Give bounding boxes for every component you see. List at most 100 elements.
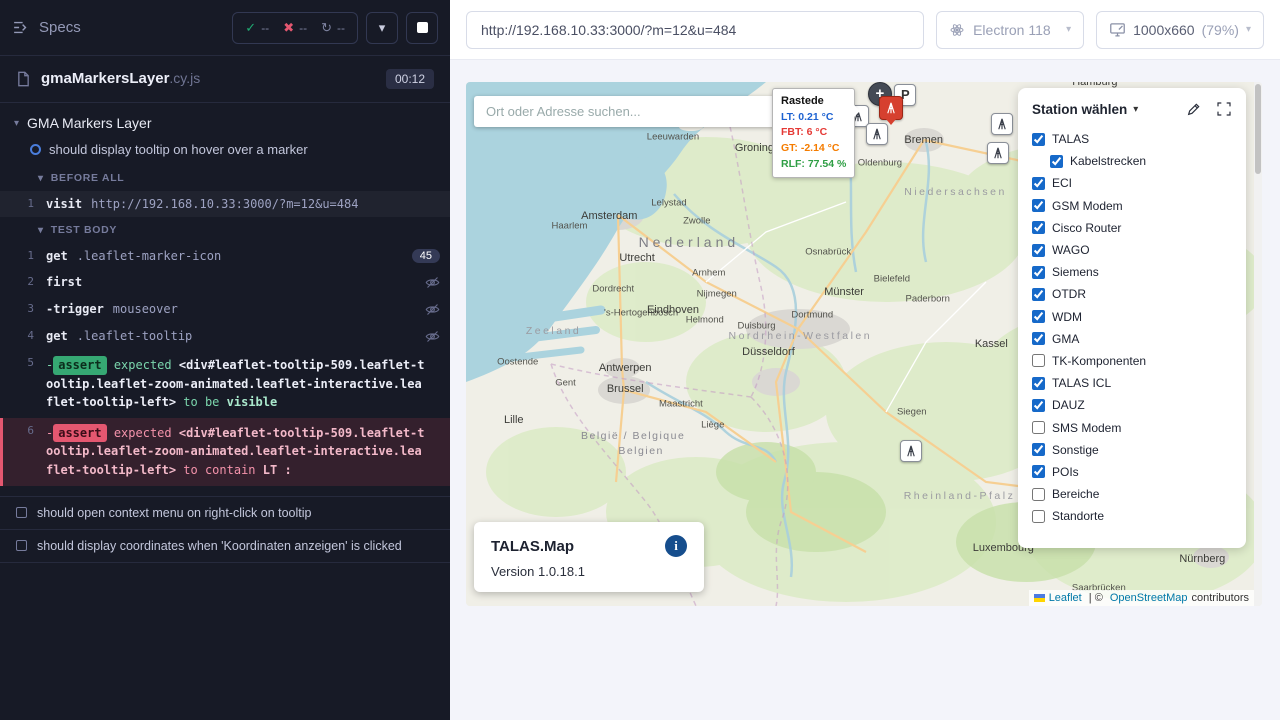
stop-icon: [417, 22, 428, 33]
station-filter-item[interactable]: TALAS ICL: [1032, 372, 1232, 394]
station-filter-item[interactable]: WAGO: [1032, 239, 1232, 261]
spec-row: gmaMarkersLayer.cy.js 00:12: [0, 56, 450, 103]
stop-button[interactable]: [406, 12, 438, 44]
fullscreen-icon[interactable]: [1216, 101, 1232, 117]
active-test[interactable]: should display tooltip on hover over a m…: [0, 137, 450, 165]
station-filter-checkbox[interactable]: [1032, 177, 1045, 190]
station-filter-checkbox[interactable]: [1032, 510, 1045, 523]
station-filter-label: POIs: [1052, 465, 1079, 479]
station-filter-checkbox[interactable]: [1032, 266, 1045, 279]
command-row-first[interactable]: 2 first: [0, 269, 450, 296]
station-filter-checkbox[interactable]: [1032, 332, 1045, 345]
test-body-header[interactable]: ▾ TEST BODY: [0, 217, 450, 243]
specs-menu-icon[interactable]: [12, 19, 29, 36]
tooltip-title: Rastede: [781, 93, 846, 110]
station-filter-checkbox[interactable]: [1032, 310, 1045, 323]
geosearch-control: [474, 96, 778, 127]
command-row-trigger[interactable]: 3 -trigger mouseover: [0, 296, 450, 323]
specs-label: Specs: [39, 19, 81, 36]
station-filter-label: DAUZ: [1052, 398, 1085, 412]
command-row-visit[interactable]: 1 visit http://192.168.10.33:3000/?m=12&…: [0, 191, 450, 217]
station-filter-item[interactable]: Sonstige: [1032, 439, 1232, 461]
panel-header: Station wählen ▾: [1018, 88, 1246, 126]
element-count-badge: 45: [412, 249, 440, 263]
viewport-size: 1000x660: [1133, 22, 1195, 38]
station-filter-item[interactable]: ECI: [1032, 172, 1232, 194]
station-marker[interactable]: [900, 440, 922, 462]
marker-tooltip: Rastede LT: 0.21 °CFBT: 6 °CGT: -2.14 °C…: [772, 88, 855, 178]
leaflet-link[interactable]: Leaflet: [1049, 592, 1082, 604]
station-filter-checkbox[interactable]: [1032, 199, 1045, 212]
station-filter-checkbox[interactable]: [1032, 488, 1045, 501]
hidden-eye-icon: [425, 275, 440, 290]
test-running-icon: [30, 144, 41, 155]
station-filter-item[interactable]: Standorte: [1032, 505, 1232, 527]
scrollbar-thumb[interactable]: [1255, 84, 1261, 174]
station-filter-checkbox[interactable]: [1032, 465, 1045, 478]
chevron-down-icon: ▾: [379, 20, 386, 36]
station-filter-checkbox[interactable]: [1032, 133, 1045, 146]
station-filter-item[interactable]: DAUZ: [1032, 394, 1232, 416]
station-filter-item[interactable]: Siemens: [1032, 261, 1232, 283]
station-filter-item[interactable]: GMA: [1032, 328, 1232, 350]
station-marker[interactable]: [991, 113, 1013, 135]
station-marker[interactable]: [987, 142, 1009, 164]
station-filter-label: WDM: [1052, 310, 1082, 324]
station-marker[interactable]: [866, 123, 888, 145]
station-filter-checkbox[interactable]: [1032, 443, 1045, 456]
viewport-control[interactable]: 1000x660 (79%) ▾: [1096, 11, 1264, 49]
station-select-dropdown[interactable]: Station wählen: [1032, 102, 1127, 117]
viewport-icon: [1109, 21, 1126, 38]
station-filter-item[interactable]: TK-Komponenten: [1032, 350, 1232, 372]
station-filter-item[interactable]: Cisco Router: [1032, 217, 1232, 239]
station-filter-checkbox[interactable]: [1032, 399, 1045, 412]
station-filter-label: TALAS ICL: [1052, 376, 1111, 390]
station-filter-item[interactable]: GSM Modem: [1032, 195, 1232, 217]
station-filter-checkbox[interactable]: [1032, 354, 1045, 367]
station-filter-item[interactable]: TALAS: [1032, 128, 1232, 150]
station-filter-checkbox[interactable]: [1032, 288, 1045, 301]
command-row-get-markers[interactable]: 1 get .leaflet-marker-icon 45: [0, 243, 450, 269]
tooltip-measurement: RLF: 77.54 %: [781, 157, 846, 173]
section-caret-icon: ▾: [38, 173, 44, 184]
hidden-eye-icon: [425, 329, 440, 344]
osm-link[interactable]: OpenStreetMap: [1110, 592, 1188, 604]
station-layer-panel: Station wählen ▾ TALASKabelstreckenECIGS…: [1018, 88, 1246, 548]
before-all-header[interactable]: ▾ BEFORE ALL: [0, 165, 450, 191]
leaflet-map[interactable]: HamburgLeeuwardenGroningenOldenburgBreme…: [466, 82, 1262, 606]
search-input[interactable]: [484, 103, 768, 120]
station-filter-item[interactable]: OTDR: [1032, 283, 1232, 305]
collapse-button[interactable]: ▾: [366, 12, 398, 44]
station-filter-item[interactable]: SMS Modem: [1032, 416, 1232, 438]
station-filter-checkbox[interactable]: [1032, 421, 1045, 434]
tooltip-measurement: GT: -2.14 °C: [781, 141, 846, 157]
station-filter-item[interactable]: POIs: [1032, 461, 1232, 483]
station-filter-checkbox[interactable]: [1032, 221, 1045, 234]
url-input[interactable]: [466, 11, 924, 49]
suite-header[interactable]: ▾ GMA Markers Layer: [0, 103, 450, 137]
test-stats: ✓ -- ✖ -- ↻ --: [232, 12, 358, 44]
station-filter-item[interactable]: WDM: [1032, 306, 1232, 328]
command-row-get-tooltip[interactable]: 4 get .leaflet-tooltip: [0, 323, 450, 350]
spec-timer: 00:12: [386, 69, 434, 89]
alarm-marker[interactable]: [879, 96, 903, 120]
info-icon[interactable]: i: [665, 535, 687, 557]
spec-file-icon: [16, 71, 31, 87]
app-version-overlay: TALAS.Map i Version 1.0.18.1: [474, 522, 704, 592]
station-filter-item[interactable]: Bereiche: [1032, 483, 1232, 505]
station-filter-item[interactable]: Kabelstrecken: [1050, 150, 1232, 172]
map-attribution: Leaflet | © OpenStreetMap contributors: [1029, 590, 1254, 606]
command-row-assert-visible[interactable]: 5 -assert expected <div#leaflet-tooltip-…: [0, 350, 450, 418]
reporter-header: Specs ✓ -- ✖ -- ↻ -- ▾: [0, 0, 450, 56]
station-filter-checkbox[interactable]: [1032, 377, 1045, 390]
command-row-assert-contain[interactable]: 6 -assert expected <div#leaflet-tooltip-…: [0, 418, 450, 486]
browser-select[interactable]: Electron 118 ▾: [936, 11, 1084, 49]
test-item[interactable]: should open context menu on right-click …: [0, 497, 450, 530]
browser-label: Electron 118: [973, 22, 1051, 38]
pending-tests: should open context menu on right-click …: [0, 496, 450, 563]
edit-pencil-icon[interactable]: [1186, 101, 1202, 117]
station-filter-checkbox[interactable]: [1050, 155, 1063, 168]
station-filter-checkbox[interactable]: [1032, 244, 1045, 257]
test-item[interactable]: should display coordinates when 'Koordin…: [0, 530, 450, 563]
reload-icon: ↻: [321, 20, 332, 36]
